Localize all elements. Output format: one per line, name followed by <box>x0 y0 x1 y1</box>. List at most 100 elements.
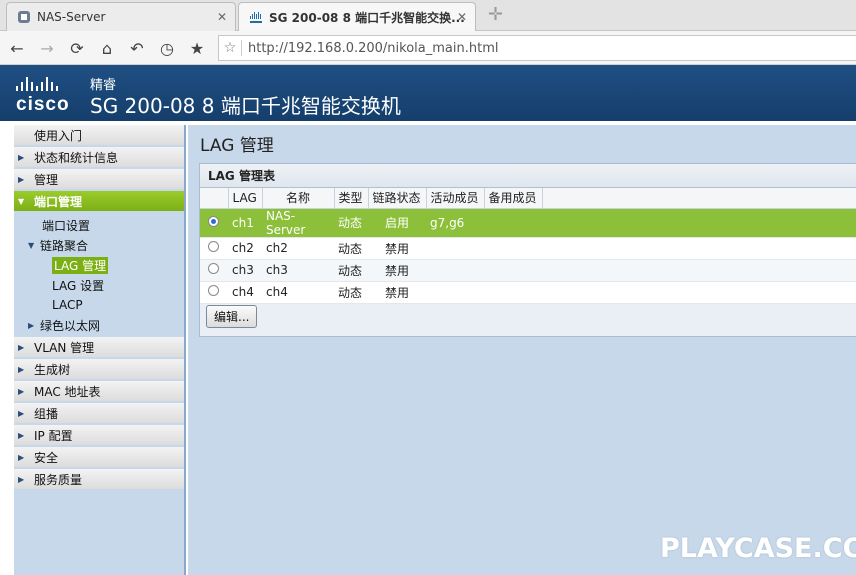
edit-button[interactable]: 编辑... <box>206 305 258 328</box>
table-row[interactable]: ch1 NAS-Server 动态 启用 g7,g6 <box>200 208 856 238</box>
cell-active-members <box>426 237 484 260</box>
cell-active-members <box>426 281 484 304</box>
cell-lag: ch4 <box>228 281 262 304</box>
cisco-bars-icon <box>16 75 78 91</box>
sidebar-subitem-lag-management[interactable]: LAG 管理 <box>14 255 184 275</box>
row-radio[interactable] <box>208 215 219 227</box>
sidebar-item-label: 状态和统计信息 <box>34 150 119 165</box>
sidebar-item-security[interactable]: ▶ 安全 <box>14 447 184 469</box>
cell-name: NAS-Server <box>262 208 334 238</box>
cell-active-members <box>426 259 484 282</box>
bookmarks-star-icon[interactable]: ★ <box>186 37 208 59</box>
sidebar-item-label: IP 配置 <box>34 428 73 443</box>
expand-arrow-icon: ▶ <box>18 408 25 418</box>
close-icon[interactable]: ✕ <box>457 10 467 24</box>
cell-link-status: 启用 <box>368 208 426 238</box>
cisco-logo: cisco <box>16 75 78 115</box>
history-icon[interactable]: ◷ <box>156 37 178 59</box>
collapse-arrow-icon: ▼ <box>28 240 35 250</box>
sidebar-item-label: 生成树 <box>34 362 71 377</box>
table-row[interactable]: ch4 ch4 动态 禁用 <box>200 281 856 304</box>
browser-tab-bar: NAS-Server ✕ SG 200-08 8 端口千兆智能交换... ✕ ✛ <box>0 0 856 31</box>
column-header: 备用成员 <box>484 188 543 209</box>
cell-standby-members <box>484 237 542 260</box>
table-row[interactable]: ch2 ch2 动态 禁用 <box>200 237 856 260</box>
reload-icon[interactable]: ⟳ <box>66 37 88 59</box>
table-header-row: LAG 名称 类型 链路状态 活动成员 备用成员 <box>200 188 856 209</box>
cell-link-status: 禁用 <box>368 281 426 304</box>
cell-type: 动态 <box>334 208 368 238</box>
expand-arrow-icon: ▶ <box>18 386 25 396</box>
sidebar-item-qos[interactable]: ▶ 服务质量 <box>14 469 184 491</box>
tab-title: NAS-Server <box>37 10 106 24</box>
collapse-arrow-icon: ▼ <box>18 196 25 206</box>
cell-lag: ch3 <box>228 259 262 282</box>
column-header: 名称 <box>262 188 335 209</box>
expand-arrow-icon: ▶ <box>18 364 25 374</box>
sidebar-item-multicast[interactable]: ▶ 组播 <box>14 403 184 425</box>
new-tab-icon[interactable]: ✛ <box>488 4 503 25</box>
sidebar-item-label: MAC 地址表 <box>34 384 101 399</box>
expand-arrow-icon: ▶ <box>18 474 25 484</box>
cell-standby-members <box>484 259 542 282</box>
row-radio[interactable] <box>208 285 219 296</box>
url-text[interactable]: http://192.168.0.200/nikola_main.html <box>248 41 499 56</box>
sidebar-item-ip-config[interactable]: ▶ IP 配置 <box>14 425 184 447</box>
undo-icon[interactable]: ↶ <box>126 37 148 59</box>
cisco-favicon-icon <box>249 10 263 24</box>
cell-type: 动态 <box>334 281 368 304</box>
column-header-filler <box>542 188 856 209</box>
panel-title: LAG 管理表 <box>200 164 856 188</box>
table-row[interactable]: ch3 ch3 动态 禁用 <box>200 259 856 282</box>
sidebar-item-label: 使用入门 <box>34 128 83 143</box>
forward-icon[interactable]: → <box>36 37 58 59</box>
cell-lag: ch2 <box>228 237 262 260</box>
cell-lag: ch1 <box>228 208 262 238</box>
sidebar-item-label: VLAN 管理 <box>34 340 95 355</box>
cell-type: 动态 <box>334 237 368 260</box>
app-header: cisco 精睿 SG 200-08 8 端口千兆智能交换机 <box>0 65 856 121</box>
cell-name: ch3 <box>262 259 334 282</box>
sidebar-subitem-lag-settings[interactable]: LAG 设置 <box>14 275 184 295</box>
row-radio[interactable] <box>208 263 219 274</box>
close-icon[interactable]: ✕ <box>217 10 227 24</box>
lag-table-panel: LAG 管理表 LAG 名称 类型 链路状态 活动成员 备用成员 ch1 NAS… <box>199 163 856 337</box>
row-radio[interactable] <box>208 241 219 252</box>
expand-arrow-icon: ▶ <box>18 152 25 162</box>
tab-switch[interactable]: SG 200-08 8 端口千兆智能交换... ✕ <box>238 2 476 31</box>
sidebar-item-administration[interactable]: ▶ 管理 <box>14 169 184 191</box>
column-header-select <box>200 188 229 209</box>
back-icon[interactable]: ← <box>6 37 28 59</box>
expand-arrow-icon: ▶ <box>18 452 25 462</box>
browser-toolbar: ← → ⟳ ⌂ ↶ ◷ ★ ☆ http://192.168.0.200/nik… <box>0 31 856 65</box>
sidebar-subitem-port-settings[interactable]: 端口设置 <box>14 215 184 235</box>
sidebar-item-label: 端口管理 <box>34 194 83 209</box>
sidebar-subitem-lacp[interactable]: LACP <box>14 295 184 315</box>
sidebar-subitem-link-aggregation[interactable]: ▼ 链路聚合 <box>14 235 184 255</box>
column-header: 链路状态 <box>368 188 427 209</box>
sidebar-item-label: 组播 <box>34 406 59 421</box>
sidebar-item-mac-table[interactable]: ▶ MAC 地址表 <box>14 381 184 403</box>
sidebar-item-getting-started[interactable]: 使用入门 <box>14 125 184 147</box>
watermark: PLAYCASE.COM <box>660 533 856 564</box>
cell-standby-members <box>484 281 542 304</box>
bookmark-star-icon[interactable]: ☆ <box>219 40 241 56</box>
home-icon[interactable]: ⌂ <box>96 37 118 59</box>
lag-table: LAG 名称 类型 链路状态 活动成员 备用成员 ch1 NAS-Server … <box>200 188 856 304</box>
cell-link-status: 禁用 <box>368 259 426 282</box>
page-favicon-icon <box>17 10 31 24</box>
expand-arrow-icon: ▶ <box>18 342 25 352</box>
sidebar-subitem-green-ethernet[interactable]: ▶ 绿色以太网 <box>14 315 184 335</box>
sidebar-item-status[interactable]: ▶ 状态和统计信息 <box>14 147 184 169</box>
sidebar-item-port-management[interactable]: ▼ 端口管理 <box>14 191 184 213</box>
main-content: LAG 管理 LAG 管理表 LAG 名称 类型 链路状态 活动成员 备用成员 <box>188 125 856 575</box>
port-management-submenu: 端口设置 ▼ 链路聚合 LAG 管理 LAG 设置 LACP ▶ 绿色以太网 <box>14 213 184 337</box>
tab-nas-server[interactable]: NAS-Server ✕ <box>6 2 236 31</box>
product-title: SG 200-08 8 端口千兆智能交换机 <box>90 94 401 118</box>
expand-arrow-icon: ▶ <box>18 174 25 184</box>
sidebar-item-vlan-management[interactable]: ▶ VLAN 管理 <box>14 337 184 359</box>
sidebar-item-label: 安全 <box>34 450 59 465</box>
logo-text: cisco <box>16 94 70 115</box>
sidebar-item-spanning-tree[interactable]: ▶ 生成树 <box>14 359 184 381</box>
address-bar[interactable]: ☆ http://192.168.0.200/nikola_main.html <box>218 35 856 61</box>
